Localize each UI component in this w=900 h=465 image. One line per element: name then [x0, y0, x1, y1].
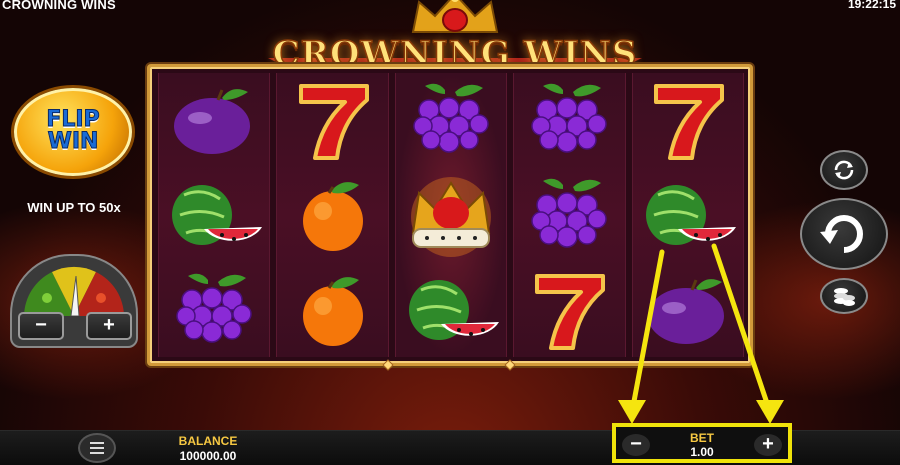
flip-win-line1: FLIP: [46, 107, 100, 132]
watermelon-icon: [636, 173, 740, 257]
reel-2: [276, 73, 389, 357]
reel-5: [631, 73, 745, 357]
coins-icon: [834, 288, 855, 306]
bet-label: BET: [690, 431, 714, 445]
seven-icon: [281, 78, 385, 162]
meter-minus-button[interactable]: −: [18, 312, 64, 340]
coins-button[interactable]: [820, 278, 868, 314]
grapes-icon: [517, 78, 621, 162]
grapes-icon: [517, 173, 621, 257]
crown-icon: [411, 0, 499, 33]
window-title: CROWNING WINS: [2, 0, 116, 12]
spin-icon: [820, 215, 863, 253]
meter-dial: [24, 266, 124, 316]
orange-icon: [281, 268, 385, 352]
plum-icon: [636, 268, 740, 352]
reel-3: [394, 73, 508, 357]
clock: 19:22:15: [847, 0, 896, 11]
win-up-to-text: WIN UP TO 50x: [27, 200, 121, 215]
menu-line: [90, 452, 104, 454]
bet-increase-button[interactable]: +: [754, 434, 782, 456]
reel-frame: [147, 64, 753, 371]
crown-icon: [399, 173, 503, 257]
flip-win-badge: FLIP WIN: [14, 88, 132, 176]
seven-icon: [636, 78, 740, 162]
reels: [158, 73, 745, 357]
orange-icon: [281, 173, 385, 257]
watermelon-icon: [399, 268, 503, 352]
autoplay-icon: [834, 160, 854, 180]
meter-plus-button[interactable]: +: [86, 312, 132, 340]
menu-line: [90, 447, 104, 449]
menu-button[interactable]: [78, 433, 116, 463]
bet-control: − BET 1.00 +: [612, 423, 792, 463]
autoplay-button[interactable]: [820, 150, 868, 190]
balance-label: BALANCE: [178, 434, 238, 448]
reel-4: [513, 73, 626, 357]
grapes-icon: [162, 268, 266, 352]
flip-win-line2: WIN: [47, 129, 99, 154]
bet-decrease-button[interactable]: −: [622, 434, 650, 456]
seven-icon: [517, 268, 621, 352]
balance-value: 100000.00: [179, 449, 237, 463]
grapes-icon: [399, 78, 503, 162]
watermelon-icon: [162, 173, 266, 257]
reel-1: [158, 73, 271, 357]
menu-line: [90, 442, 104, 444]
plum-icon: [162, 78, 266, 162]
bet-value: 1.00: [690, 445, 714, 459]
spin-button[interactable]: [800, 198, 888, 270]
